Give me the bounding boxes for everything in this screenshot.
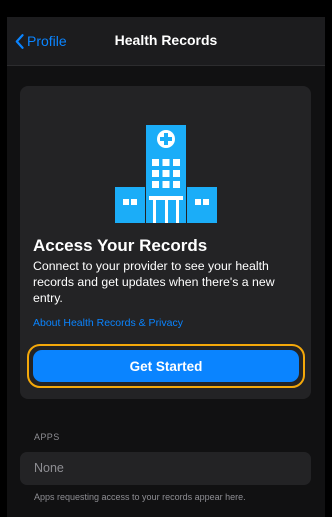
focus-ring: Get Started (27, 344, 305, 388)
hospital-icon (115, 125, 217, 223)
apps-list-row: None (20, 452, 311, 485)
apps-section-header: APPS (34, 432, 60, 442)
apps-footer-note: Apps requesting access to your records a… (34, 492, 246, 502)
page-title: Health Records (114, 32, 218, 48)
access-records-card: Access Your Records Connect to your prov… (20, 86, 311, 399)
card-description: Connect to your provider to see your hea… (33, 259, 275, 305)
about-privacy-link[interactable]: About Health Records & Privacy (33, 317, 183, 329)
apps-row-value: None (34, 461, 64, 475)
navigation-bar: Profile Health Records (7, 17, 325, 66)
card-title: Access Your Records (33, 236, 208, 255)
top-bar-black (0, 0, 332, 17)
get-started-button[interactable]: Get Started (33, 350, 299, 382)
